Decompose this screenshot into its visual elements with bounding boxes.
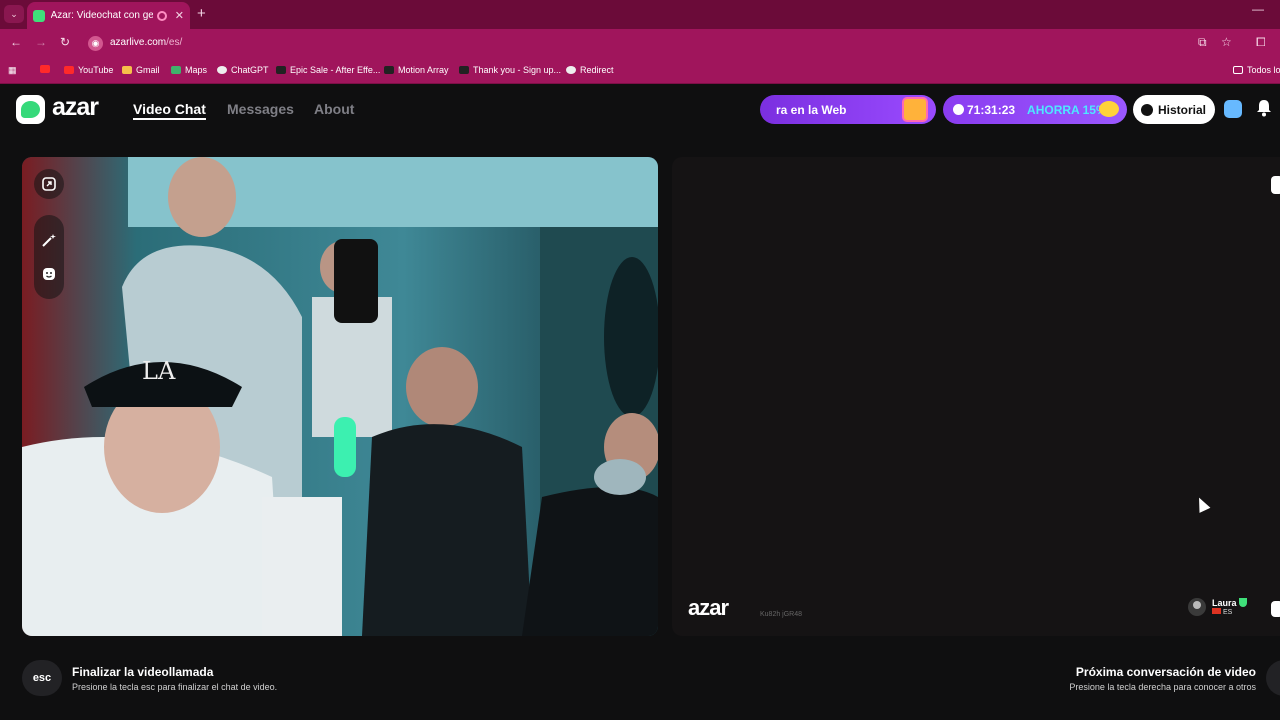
tab-title: Azar: Videochat con gente <box>50 10 153 21</box>
verified-shield-icon <box>1238 598 1247 607</box>
bookmark-youtube-shortcut[interactable] <box>40 65 54 73</box>
peer-avatar-icon <box>1188 598 1206 616</box>
session-id: Ku82h jGR48 <box>760 611 803 618</box>
url-text: azarlive.com/es/ <box>110 37 183 48</box>
magic-wand-icon <box>42 234 56 247</box>
web-promo-text: ra en la Web <box>776 102 847 117</box>
tab-close-icon[interactable]: ✕ <box>175 9 184 22</box>
bookmark-maps[interactable]: Maps <box>171 65 207 75</box>
next-chat-button[interactable] <box>1266 660 1280 696</box>
spain-flag-icon <box>1212 608 1221 614</box>
remote-azar-watermark: azar <box>688 595 729 620</box>
gift-box-icon <box>902 97 928 122</box>
notification-bell-icon[interactable] <box>1256 99 1272 117</box>
new-tab-icon[interactable]: + <box>197 5 206 22</box>
reload-icon[interactable]: ↻ <box>60 35 70 49</box>
bookmark-redirect[interactable]: Redirect <box>566 65 614 75</box>
nav-messages[interactable]: Messages <box>227 101 294 117</box>
back-icon[interactable]: ← <box>10 35 22 49</box>
window-minimize-icon[interactable]: — <box>1252 2 1264 16</box>
bookmarks-bar: ▦ YouTube Gmail Maps ChatGPT Epic Sale -… <box>0 58 1280 84</box>
forward-icon[interactable]: → <box>35 35 47 49</box>
bookmark-youtube[interactable]: YouTube <box>64 65 113 75</box>
local-camera-feed: LA <box>22 157 658 636</box>
expand-icon <box>42 177 56 191</box>
beauty-effects-button[interactable] <box>34 225 64 255</box>
nav-about[interactable]: About <box>314 101 354 117</box>
end-call-hint: Presione la tecla esc para finalizar el … <box>72 682 278 692</box>
bookmark-all-folder[interactable]: Todos lo <box>1233 65 1280 75</box>
messages-icon[interactable] <box>1224 100 1242 118</box>
expand-view-button[interactable] <box>34 169 64 199</box>
chat-bubble-icon[interactable] <box>1271 601 1280 617</box>
effects-group <box>34 215 64 299</box>
tab-search-chevron-icon[interactable]: ⌄ <box>4 5 24 23</box>
history-button[interactable]: Historial <box>1133 95 1215 124</box>
browser-tab-azar[interactable]: Azar: Videochat con gente ✕ <box>27 2 190 29</box>
side-panel-icon[interactable] <box>1271 176 1280 194</box>
bookmark-motion-array[interactable]: Motion Array <box>384 65 449 75</box>
bookmark-gmail[interactable]: Gmail <box>122 65 160 75</box>
local-video: LA <box>22 157 658 636</box>
app-header: azar Video Chat Messages About ra en la … <box>0 85 1280 135</box>
history-label: Historial <box>1158 102 1207 117</box>
end-call-title: Finalizar la videollamada <box>72 665 214 679</box>
sticker-face-icon <box>43 268 55 280</box>
peer-name: Laura <box>1212 598 1247 608</box>
peer-info[interactable]: Laura ES <box>1188 598 1247 616</box>
extensions-icon[interactable]: ⧠ <box>1256 35 1266 50</box>
bookmark-star-icon[interactable]: ☆ <box>1221 35 1232 49</box>
discount-timer-banner[interactable]: 71:31:23 AHORRA 15% <box>943 95 1127 124</box>
recording-indicator-icon <box>156 10 167 21</box>
local-video-controls <box>34 169 64 299</box>
face-mask-button[interactable] <box>34 259 64 289</box>
azar-logo-text[interactable]: azar <box>52 93 99 122</box>
remote-video: azar Ku82h jGR48 Laura ES <box>672 157 1280 636</box>
azar-logo-icon[interactable] <box>16 95 45 124</box>
peer-country: ES <box>1212 608 1247 616</box>
install-app-icon[interactable]: ⧉ <box>1198 35 1207 50</box>
bookmark-epic-sale[interactable]: Epic Sale - After Effe... <box>276 65 380 75</box>
next-chat-hint: Presione la tecla derecha para conocer a… <box>1069 682 1256 692</box>
apps-grid-icon[interactable]: ▦ <box>8 65 17 76</box>
web-promo-banner[interactable]: ra en la Web <box>760 95 936 124</box>
promo-timer: 71:31:23 <box>967 102 1016 117</box>
browser-tabstrip: ⌄ Azar: Videochat con gente ✕ + — <box>0 0 1280 29</box>
address-bar[interactable]: ◉ azarlive.com/es/ <box>84 32 1194 55</box>
site-info-icon[interactable]: ◉ <box>88 36 103 51</box>
svg-text:LA: LA <box>142 357 176 385</box>
nav-video-chat[interactable]: Video Chat <box>133 101 206 120</box>
clock-icon <box>953 104 964 115</box>
history-clock-icon <box>1141 103 1153 116</box>
bookmark-thank-you[interactable]: Thank you - Sign up... <box>459 65 561 75</box>
browser-toolbar: ← → ↻ ◉ azarlive.com/es/ ⧉ ☆ ⧠ <box>0 29 1280 58</box>
bookmark-chatgpt[interactable]: ChatGPT <box>217 65 269 75</box>
next-chat-title: Próxima conversación de video <box>1075 665 1256 679</box>
end-call-esc-button[interactable]: esc <box>22 660 62 696</box>
promo-discount: AHORRA 15% <box>1027 102 1107 117</box>
azar-favicon-icon <box>33 9 45 22</box>
gems-icon <box>1099 101 1119 117</box>
